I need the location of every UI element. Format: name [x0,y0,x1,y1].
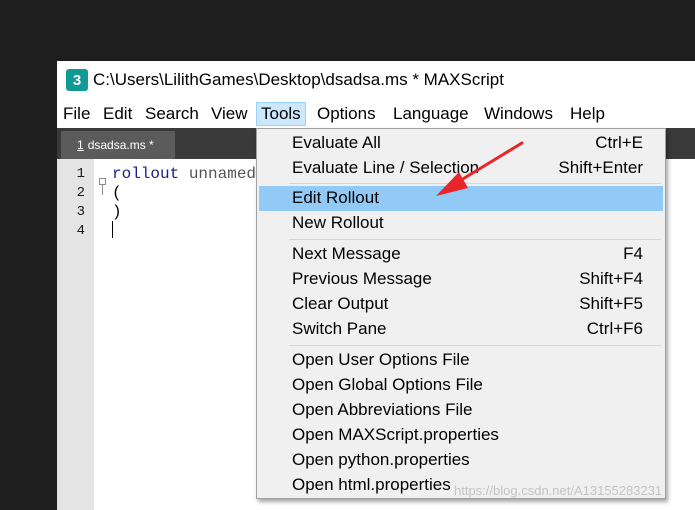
menu-item-label: Switch Pane [292,319,387,338]
menu-item-evaluate-all[interactable]: Evaluate All Ctrl+E [259,131,663,156]
watermark: https://blog.csdn.net/A13155283231 [454,483,663,498]
menu-item-new-rollout[interactable]: New Rollout [259,211,663,236]
menu-file[interactable]: File [59,102,94,126]
window-title: C:\Users\LilithGames\Desktop\dsadsa.ms *… [93,70,504,89]
menu-options[interactable]: Options [313,102,380,126]
menu-item-label: Open Global Options File [292,375,483,394]
tab-number: 1 [77,138,84,152]
menu-help[interactable]: Help [566,102,609,126]
menu-item-clear-output[interactable]: Clear Output Shift+F5 [259,292,663,317]
menu-item-evaluate-line-selection[interactable]: Evaluate Line / Selection Shift+Enter [259,156,663,181]
menu-item-shortcut: Shift+Enter [558,158,643,177]
menu-bar: File Edit Search View Tools Options Lang… [57,100,695,128]
menu-item-shortcut: Ctrl+F6 [586,319,643,338]
line-number: 3 [76,204,85,220]
menu-item-switch-pane[interactable]: Switch Pane Ctrl+F6 [259,317,663,342]
code-identifier: unnamed [179,165,257,183]
tab-dsadsa[interactable]: 1 dsadsa.ms * [61,131,175,159]
menu-item-label: Evaluate Line / Selection [292,158,480,177]
menu-tools[interactable]: Tools [256,102,306,126]
menu-windows[interactable]: Windows [480,102,557,126]
menu-item-label: Clear Output [292,294,389,313]
app-icon: 3 [66,69,88,91]
menu-item-label: Open python.properties [292,450,470,469]
menu-item-label: Open MAXScript.properties [292,425,499,444]
code-keyword: rollout [112,165,180,183]
menu-item-label: Next Message [292,244,401,263]
menu-item-label: Open User Options File [292,350,470,369]
menu-item-label: New Rollout [292,213,384,232]
fold-line [102,185,103,195]
fold-margin [94,159,108,510]
menu-item-label: Edit Rollout [292,188,379,207]
menu-item-shortcut: F4 [623,244,643,263]
code-line-1: rollout unnamed [112,165,256,183]
line-number-gutter: 1 2 3 4 [57,159,94,510]
menu-item-shortcut: Ctrl+E [595,133,643,152]
line-number: 1 [76,166,85,182]
title-bar: 3 C:\Users\LilithGames\Desktop\dsadsa.ms… [57,61,695,100]
menu-separator [289,239,661,240]
menu-item-open-maxscript-properties[interactable]: Open MAXScript.properties [259,423,663,448]
line-number: 2 [76,185,85,201]
tab-label: dsadsa.ms * [87,138,154,152]
menu-item-label: Evaluate All [292,133,381,152]
menu-item-next-message[interactable]: Next Message F4 [259,242,663,267]
menu-item-label: Open Abbreviations File [292,400,473,419]
code-line-2: ( [112,184,122,202]
menu-separator [289,345,661,346]
menu-item-edit-rollout[interactable]: Edit Rollout [259,186,663,211]
menu-item-open-user-options[interactable]: Open User Options File [259,348,663,373]
code-line-3: ) [112,203,122,221]
tools-dropdown-menu: Evaluate All Ctrl+E Evaluate Line / Sele… [256,128,666,499]
menu-search[interactable]: Search [141,102,203,126]
fold-toggle-icon[interactable] [99,178,106,185]
menu-item-shortcut: Shift+F5 [579,294,643,313]
menu-view[interactable]: View [207,102,252,126]
menu-separator [289,183,661,184]
line-number: 4 [76,223,85,239]
menu-item-open-abbreviations[interactable]: Open Abbreviations File [259,398,663,423]
menu-item-previous-message[interactable]: Previous Message Shift+F4 [259,267,663,292]
menu-item-open-global-options[interactable]: Open Global Options File [259,373,663,398]
menu-item-shortcut: Shift+F4 [579,269,643,288]
menu-item-open-python-properties[interactable]: Open python.properties [259,448,663,473]
text-caret [112,221,113,238]
menu-item-label: Open html.properties [292,475,451,494]
menu-language[interactable]: Language [389,102,473,126]
menu-item-label: Previous Message [292,269,432,288]
menu-edit[interactable]: Edit [99,102,136,126]
